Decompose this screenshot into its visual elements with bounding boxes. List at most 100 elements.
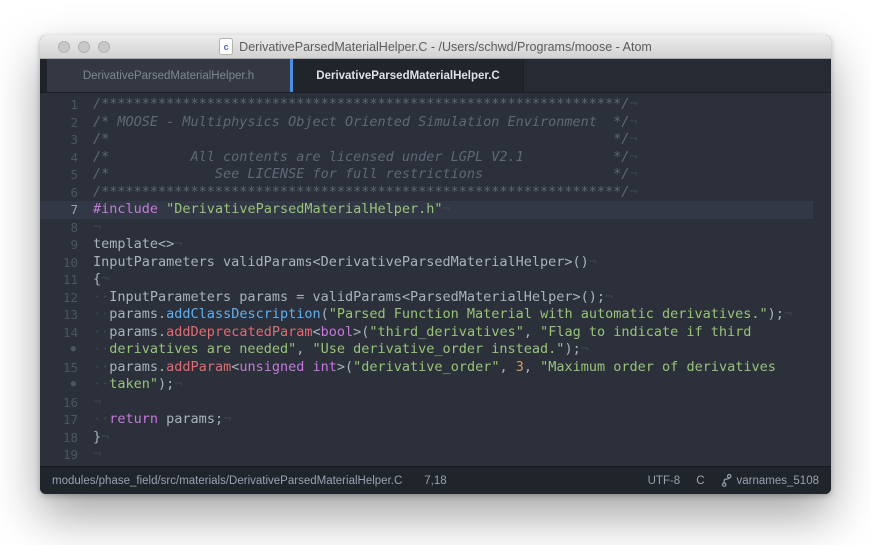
line-number: 9 [40,236,93,254]
branch-name: varnames_5108 [737,475,819,487]
status-bar: modules/phase_field/src/materials/Deriva… [40,466,831,494]
code-text: ¬ [93,446,831,464]
code-text: /* */¬ [93,131,831,149]
eol-invisible: ¬ [605,289,613,305]
code-row[interactable]: 17··return params;¬ [40,411,831,429]
code-row[interactable]: 14··params.addDeprecatedParam<bool>("thi… [40,324,831,342]
code-text: ··InputParameters params = validParams<P… [93,289,831,307]
code-text: ··taken");¬ [93,376,831,394]
line-number: 7 [40,201,93,219]
eol-invisible: ¬ [629,149,637,165]
eol-invisible: ¬ [93,219,101,235]
eol-invisible: ¬ [174,236,182,252]
soft-wrap-indicator: ● [40,341,93,359]
code-lines: 1/**************************************… [40,96,831,464]
code-text: /* MOOSE - Multiphysics Object Oriented … [93,114,831,132]
eol-invisible: ¬ [101,271,109,287]
eol-invisible: ¬ [629,166,637,182]
tab-bar-empty-area [523,59,831,92]
code-text: {¬ [93,271,831,289]
code-text: /***************************************… [93,184,831,202]
code-text: template<>¬ [93,236,831,254]
tab-label: DerivativeParsedMaterialHelper.h [83,70,254,82]
code-text: ¬ [93,219,831,237]
eol-invisible: ¬ [93,446,101,462]
eol-invisible: ¬ [629,114,637,130]
cursor-position[interactable]: 7,18 [424,475,446,487]
code-text: ¬ [93,394,831,412]
document-icon: c [219,38,233,55]
code-text: InputParameters validParams<DerivativePa… [93,254,831,272]
code-row[interactable]: 7#include "DerivativeParsedMaterialHelpe… [40,201,831,219]
line-number: 15 [40,359,93,377]
code-row[interactable]: 12··InputParameters params = validParams… [40,289,831,307]
line-number: 2 [40,114,93,132]
code-text: ··derivatives are needed", "Use derivati… [93,341,831,359]
code-row[interactable]: 4/* All contents are licensed under LGPL… [40,149,831,167]
titlebar[interactable]: c DerivativeParsedMaterialHelper.C - /Us… [40,35,831,59]
code-text: ··return params;¬ [93,411,831,429]
code-text: /* See LICENSE for full restrictions */¬ [93,166,831,184]
tab-label: DerivativeParsedMaterialHelper.C [316,70,499,82]
file-path[interactable]: modules/phase_field/src/materials/Deriva… [52,475,402,487]
code-row[interactable]: 2/* MOOSE - Multiphysics Object Oriented… [40,114,831,132]
minimize-button[interactable] [78,41,90,53]
tab-source-file[interactable]: DerivativeParsedMaterialHelper.C [293,59,523,92]
code-row[interactable]: 11{¬ [40,271,831,289]
eol-invisible: ¬ [784,306,792,322]
eol-invisible: ¬ [174,376,182,392]
zoom-button[interactable] [98,41,110,53]
line-number: 12 [40,289,93,307]
code-row-wrapped[interactable]: ●··taken");¬ [40,376,831,394]
eol-invisible: ¬ [629,131,637,147]
tab-bar: DerivativeParsedMaterialHelper.h Derivat… [40,59,831,93]
line-number: 8 [40,219,93,237]
window-title: c DerivativeParsedMaterialHelper.C - /Us… [219,38,652,55]
line-number: 6 [40,184,93,202]
code-row[interactable]: 18}¬ [40,429,831,447]
line-number: 3 [40,131,93,149]
encoding-selector[interactable]: UTF-8 [648,475,681,487]
line-number: 17 [40,411,93,429]
code-text: /***************************************… [93,96,831,114]
line-number: 1 [40,96,93,114]
code-text: ··params.addClassDescription("Parsed Fun… [93,306,831,324]
code-text: ··params.addDeprecatedParam<bool>("third… [93,324,831,342]
status-right: UTF-8 C varnames_5108 [648,473,819,488]
code-row[interactable]: 10InputParameters validParams<Derivative… [40,254,831,272]
code-row[interactable]: 1/**************************************… [40,96,831,114]
soft-wrap-indicator: ● [40,376,93,394]
window-title-text: DerivativeParsedMaterialHelper.C - /User… [239,40,652,54]
line-number: 11 [40,271,93,289]
close-button[interactable] [58,41,70,53]
code-row[interactable]: 19¬ [40,446,831,464]
line-number: 4 [40,149,93,167]
atom-window: c DerivativeParsedMaterialHelper.C - /Us… [40,35,831,494]
code-row[interactable]: 13··params.addClassDescription("Parsed F… [40,306,831,324]
eol-invisible: ¬ [629,96,637,112]
tab-bar-spacer [40,59,47,92]
code-row[interactable]: 16¬ [40,394,831,412]
line-number: 19 [40,446,93,464]
code-row-wrapped[interactable]: ●··derivatives are needed", "Use derivat… [40,341,831,359]
eol-invisible: ¬ [223,411,231,427]
line-number: 18 [40,429,93,447]
code-editor[interactable]: 1/**************************************… [40,93,831,466]
git-branch-status[interactable]: varnames_5108 [721,473,819,488]
code-row[interactable]: 9template<>¬ [40,236,831,254]
code-row[interactable]: 15··params.addParam<unsigned int>("deriv… [40,359,831,377]
tab-header-file[interactable]: DerivativeParsedMaterialHelper.h [47,59,290,92]
code-row[interactable]: 8¬ [40,219,831,237]
eol-invisible: ¬ [93,394,101,410]
eol-invisible: ¬ [589,254,597,270]
eol-invisible: ¬ [581,341,589,357]
eol-invisible: ¬ [101,429,109,445]
line-number: 13 [40,306,93,324]
code-text: ··params.addParam<unsigned int>("derivat… [93,359,831,377]
status-left: modules/phase_field/src/materials/Deriva… [52,475,447,487]
eol-invisible: ¬ [629,184,637,200]
code-row[interactable]: 3/* */¬ [40,131,831,149]
code-row[interactable]: 6/**************************************… [40,184,831,202]
code-row[interactable]: 5/* See LICENSE for full restrictions */… [40,166,831,184]
grammar-selector[interactable]: C [696,475,704,487]
